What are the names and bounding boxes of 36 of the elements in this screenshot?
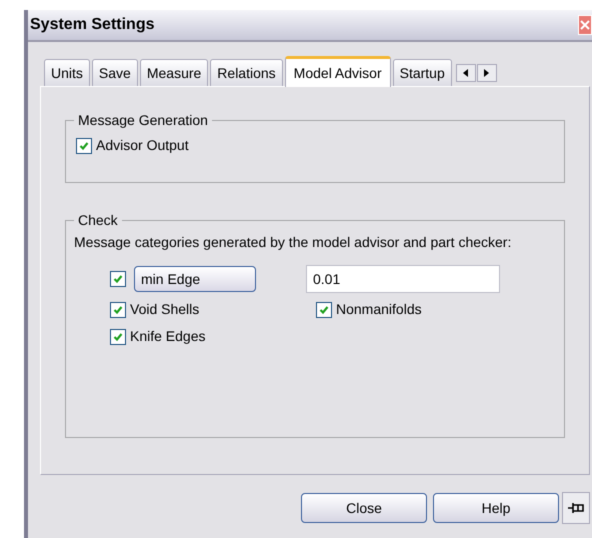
description-text: Message categories generated by the model advisor and part checker: bbox=[74, 233, 512, 251]
group-title: Check bbox=[77, 211, 119, 230]
scroll-left-button[interactable] bbox=[456, 64, 476, 82]
checkbox[interactable] bbox=[110, 328, 126, 344]
checkbox-label: Advisor Output bbox=[96, 136, 189, 155]
dialog-button[interactable]: Help bbox=[433, 493, 559, 523]
check-icon bbox=[113, 332, 123, 342]
tab[interactable]: Relations bbox=[210, 59, 283, 86]
checkbox-label: Nonmanifolds bbox=[336, 300, 422, 319]
window-title: System Settings bbox=[30, 15, 154, 35]
check-icon bbox=[113, 274, 123, 284]
tab[interactable]: Units bbox=[44, 59, 90, 86]
scroll-right-button[interactable] bbox=[476, 64, 497, 82]
pin-button[interactable] bbox=[562, 492, 590, 524]
checkbox-label: Knife Edges bbox=[130, 327, 206, 346]
checkbox[interactable] bbox=[316, 302, 332, 318]
min-edge-button[interactable]: min Edge bbox=[134, 266, 256, 292]
tab[interactable]: Startup bbox=[392, 59, 452, 86]
check-icon bbox=[113, 304, 123, 314]
group-title: Message Generation bbox=[77, 111, 209, 130]
min-edge-field[interactable]: 0.01 bbox=[306, 265, 500, 293]
checkbox-label: Void Shells bbox=[130, 300, 200, 319]
close-button[interactable] bbox=[578, 15, 592, 35]
tab[interactable]: Measure bbox=[140, 59, 208, 86]
dialog-button[interactable]: Close bbox=[301, 493, 427, 523]
close-icon bbox=[580, 20, 590, 30]
checkbox[interactable] bbox=[110, 302, 126, 318]
right-arrow-icon bbox=[484, 69, 490, 77]
checkbox[interactable] bbox=[110, 271, 126, 287]
tab[interactable]: Save bbox=[92, 59, 138, 86]
checkbox[interactable] bbox=[76, 138, 92, 154]
check-icon bbox=[319, 304, 329, 314]
pin-icon bbox=[567, 501, 585, 515]
check-icon bbox=[79, 140, 89, 150]
tab[interactable]: Model Advisor bbox=[284, 56, 391, 87]
left-arrow-icon bbox=[463, 69, 468, 77]
